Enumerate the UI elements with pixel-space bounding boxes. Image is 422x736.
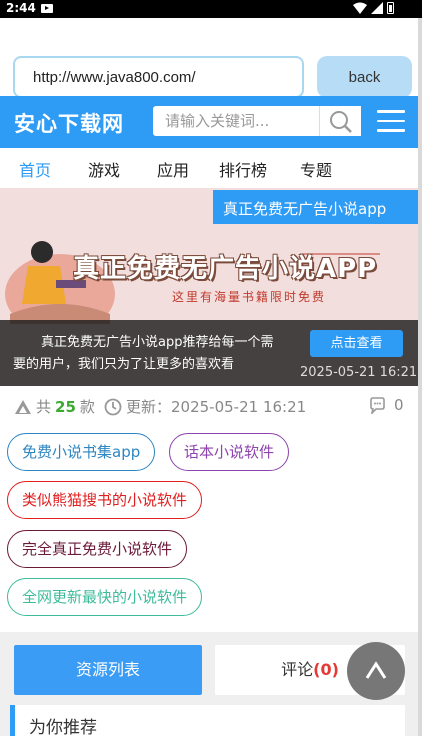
notification-icon bbox=[41, 4, 53, 13]
count-prefix: 共 bbox=[36, 398, 52, 416]
wifi-icon bbox=[353, 2, 367, 14]
comments-label: 评论 bbox=[281, 660, 314, 679]
recommend-section: 为你推荐 bbox=[10, 705, 405, 736]
comments-count: (0) bbox=[313, 660, 339, 679]
browser-bar: back bbox=[0, 18, 422, 98]
nav-item-apps[interactable]: 应用 bbox=[138, 148, 208, 188]
comment-count[interactable]: 0 bbox=[369, 396, 404, 414]
menu-icon[interactable] bbox=[377, 110, 405, 134]
section-accent-bar bbox=[10, 705, 15, 736]
tab-resource-list[interactable]: 资源列表 bbox=[14, 645, 202, 695]
banner-headline: 真正免费无广告小说APP bbox=[73, 254, 378, 284]
app-count: 共 25 款 bbox=[14, 396, 95, 417]
banner-tag: 真正免费无广告小说app bbox=[213, 190, 418, 224]
banner-subline: 这里有海量书籍限时免费 bbox=[172, 290, 327, 304]
banner-overlay: 真正免费无广告小说app推荐给每一个需要的用户，我们只为了让更多的喜欢看 点击查… bbox=[0, 320, 418, 386]
search-input[interactable] bbox=[153, 106, 319, 136]
nav-item-home[interactable]: 首页 bbox=[0, 148, 70, 188]
search-box bbox=[153, 106, 361, 136]
battery-icon bbox=[387, 2, 394, 14]
comment-number: 0 bbox=[394, 396, 404, 414]
tag-item[interactable]: 全网更新最快的小说软件 bbox=[7, 578, 203, 616]
banner-date: 2025-05-21 16:21 bbox=[300, 365, 418, 380]
tag-item[interactable]: 完全真正免费小说软件 bbox=[7, 530, 188, 568]
back-button[interactable]: back bbox=[317, 56, 412, 98]
stack-icon bbox=[15, 399, 31, 414]
scrollbar-track bbox=[418, 18, 422, 736]
view-button[interactable]: 点击查看 bbox=[310, 330, 403, 357]
site-logo[interactable]: 安心下载网 bbox=[14, 108, 124, 138]
status-time: 2:44 bbox=[6, 1, 36, 15]
tag-item[interactable]: 类似熊猫搜书的小说软件 bbox=[7, 481, 203, 519]
site-header: 安心下载网 bbox=[0, 96, 418, 148]
search-icon bbox=[330, 111, 352, 133]
nav-item-rankings[interactable]: 排行榜 bbox=[208, 148, 278, 188]
main-nav: 首页 游戏 应用 排行榜 专题 bbox=[0, 148, 418, 188]
nav-item-topics[interactable]: 专题 bbox=[278, 148, 354, 188]
count-suffix: 款 bbox=[79, 398, 95, 416]
tag-item[interactable]: 免费小说书集app bbox=[7, 433, 156, 471]
update-info: 更新：2025-05-21 16:21 bbox=[104, 396, 306, 417]
tag-list: 免费小说书集app 话本小说软件 类似熊猫搜书的小说软件 完全真正免费小说软件 … bbox=[0, 424, 418, 632]
nav-item-games[interactable]: 游戏 bbox=[70, 148, 138, 188]
count-number: 25 bbox=[55, 397, 76, 416]
tag-item[interactable]: 话本小说软件 bbox=[169, 433, 290, 471]
status-bar: 2:44 bbox=[0, 0, 422, 18]
clock-icon bbox=[104, 398, 122, 415]
meta-row: 共 25 款 更新：2025-05-21 16:21 0 bbox=[0, 386, 418, 424]
scroll-top-button[interactable] bbox=[347, 642, 405, 700]
status-icons bbox=[353, 2, 394, 14]
url-input[interactable] bbox=[13, 56, 304, 98]
recommend-title: 为你推荐 bbox=[29, 718, 97, 736]
chevron-up-icon bbox=[365, 661, 387, 679]
banner-description: 真正免费无广告小说app推荐给每一个需要的用户，我们只为了让更多的喜欢看 bbox=[13, 335, 274, 372]
update-label: 更新：2025-05-21 16:21 bbox=[126, 398, 307, 416]
comment-icon bbox=[370, 396, 385, 414]
search-button[interactable] bbox=[319, 106, 361, 136]
topic-banner[interactable]: 真正免费无广告小说app 真正免费无广告小说APP 这里有海量书籍限时免费 真正… bbox=[0, 188, 418, 386]
signal-icon bbox=[371, 2, 383, 14]
